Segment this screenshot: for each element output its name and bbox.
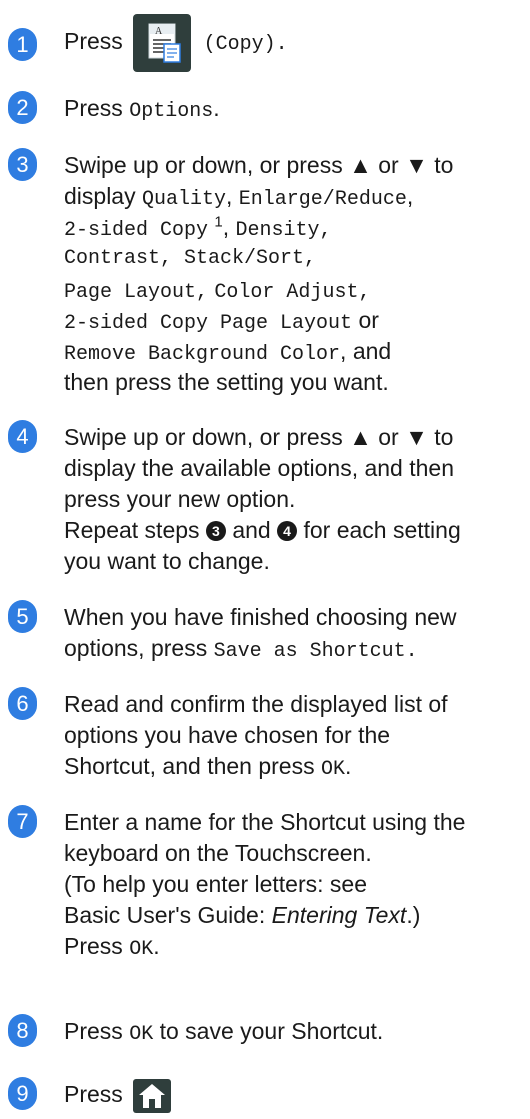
quality-option: Quality xyxy=(142,188,227,211)
step-number: 1 xyxy=(8,28,37,61)
step-text: Press xyxy=(64,28,123,55)
contrast-stack-sort-options: Contrast, Stack/Sort, xyxy=(64,247,317,270)
step-text: Press xyxy=(64,1018,123,1044)
enlarge-reduce-option: Enlarge/Reduce xyxy=(238,188,407,211)
svg-text:A: A xyxy=(155,26,163,37)
step-text: Swipe up or down, or press ▲ or ▼ to xyxy=(64,152,454,178)
step-text: Swipe up or down, or press ▲ or ▼ to xyxy=(64,424,454,450)
reference-title: Entering Text xyxy=(271,902,407,928)
ok-label: OK xyxy=(129,938,154,961)
remove-background-option: Remove Background Color xyxy=(64,343,341,366)
step-number: 6 xyxy=(8,687,37,720)
home-button[interactable] xyxy=(133,1079,172,1113)
step-text: When you have finished choosing new xyxy=(64,604,457,630)
footnote-marker: 1 xyxy=(214,213,223,231)
step-text: Press xyxy=(64,1081,123,1108)
options-label: Options xyxy=(129,100,214,123)
step-text: Read and confirm the displayed list of xyxy=(64,691,448,717)
two-sided-copy-option: 2-sided Copy xyxy=(64,219,209,242)
home-icon xyxy=(139,1084,166,1108)
ok-label: OK xyxy=(321,758,346,781)
step-text: Press xyxy=(64,95,123,121)
step-number: 3 xyxy=(8,148,37,181)
page-layout-option: Page Layout, xyxy=(64,281,209,304)
step-ref-4: 4 xyxy=(277,521,298,541)
step-number: 5 xyxy=(8,600,37,633)
step-number: 7 xyxy=(8,805,37,838)
copy-label: (Copy). xyxy=(203,33,288,57)
color-adjust-option: Color Adjust, xyxy=(214,281,371,304)
ok-label: OK xyxy=(129,1023,154,1046)
save-as-shortcut-label: Save as Shortcut. xyxy=(213,640,418,663)
step-number: 9 xyxy=(8,1077,37,1110)
two-sided-page-layout-option: 2-sided Copy Page Layout xyxy=(64,312,353,335)
copy-icon: A xyxy=(148,23,181,63)
step-number: 8 xyxy=(8,1014,37,1047)
step-number: 2 xyxy=(8,91,37,124)
step-text: Enter a name for the Shortcut using the xyxy=(64,809,466,835)
copy-button[interactable]: A xyxy=(133,14,192,72)
step-number: 4 xyxy=(8,420,37,453)
density-option: Density, xyxy=(235,219,332,242)
step-ref-3: 3 xyxy=(205,521,226,541)
